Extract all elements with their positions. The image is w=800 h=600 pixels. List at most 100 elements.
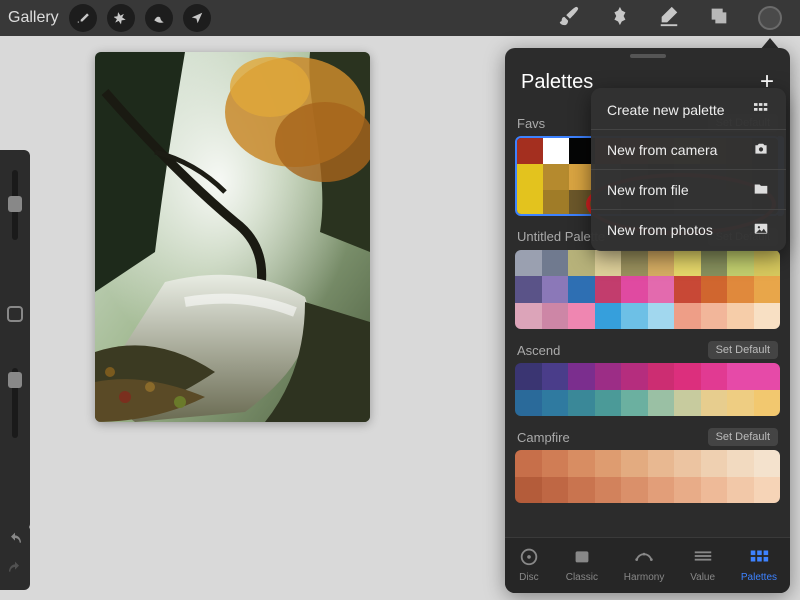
swatch[interactable]	[754, 450, 781, 477]
swatch[interactable]	[674, 390, 701, 417]
swatch[interactable]	[727, 390, 754, 417]
swatch[interactable]	[543, 164, 569, 190]
adjustments-icon[interactable]	[107, 4, 135, 32]
swatch[interactable]	[648, 363, 675, 390]
swatch[interactable]	[621, 390, 648, 417]
canvas-document[interactable]	[95, 52, 370, 422]
swatch[interactable]	[674, 250, 701, 277]
swatch[interactable]	[568, 276, 595, 303]
swatch[interactable]	[542, 390, 569, 417]
color-indicator[interactable]	[758, 6, 782, 30]
swatch[interactable]	[568, 303, 595, 330]
swatch[interactable]	[515, 390, 542, 417]
swatch[interactable]	[543, 190, 569, 215]
swatch[interactable]	[701, 390, 728, 417]
swatch[interactable]	[595, 390, 622, 417]
swatch[interactable]	[674, 450, 701, 477]
swatch[interactable]	[542, 450, 569, 477]
swatch[interactable]	[542, 276, 569, 303]
opacity-slider[interactable]	[12, 368, 18, 438]
swatch[interactable]	[621, 450, 648, 477]
swatch[interactable]	[701, 276, 728, 303]
transform-icon[interactable]	[183, 4, 211, 32]
swatch[interactable]	[648, 390, 675, 417]
undo-icon[interactable]	[7, 532, 23, 553]
swatch[interactable]	[621, 276, 648, 303]
swatch[interactable]	[754, 477, 781, 504]
redo-icon[interactable]	[7, 561, 23, 582]
menu-new-palette[interactable]: Create new palette	[591, 90, 786, 130]
swatch[interactable]	[727, 303, 754, 330]
swatch[interactable]	[754, 250, 781, 277]
swatch[interactable]	[701, 477, 728, 504]
tab-value[interactable]: Value	[690, 546, 715, 583]
swatch[interactable]	[595, 450, 622, 477]
set-default-button[interactable]: Set Default	[708, 428, 778, 446]
modify-button[interactable]	[7, 306, 23, 322]
tab-classic[interactable]: Classic	[566, 546, 598, 583]
swatch[interactable]	[648, 303, 675, 330]
swatch[interactable]	[648, 450, 675, 477]
swatch[interactable]	[674, 276, 701, 303]
swatch[interactable]	[517, 164, 543, 190]
menu-new-photos[interactable]: New from photos	[591, 210, 786, 249]
swatch[interactable]	[568, 363, 595, 390]
swatch[interactable]	[674, 477, 701, 504]
swatch[interactable]	[595, 303, 622, 330]
swatch[interactable]	[595, 250, 622, 277]
swatch[interactable]	[595, 363, 622, 390]
swatch[interactable]	[515, 276, 542, 303]
swatch[interactable]	[517, 190, 543, 215]
swatch[interactable]	[621, 250, 648, 277]
swatch[interactable]	[648, 276, 675, 303]
swatch[interactable]	[648, 477, 675, 504]
brush-size-slider[interactable]	[12, 170, 18, 240]
swatch[interactable]	[701, 303, 728, 330]
actions-icon[interactable]	[69, 4, 97, 32]
swatch[interactable]	[674, 303, 701, 330]
eraser-icon[interactable]	[658, 5, 680, 32]
swatch[interactable]	[515, 450, 542, 477]
swatch[interactable]	[568, 477, 595, 504]
swatch[interactable]	[727, 363, 754, 390]
swatch[interactable]	[701, 250, 728, 277]
layers-icon[interactable]	[708, 5, 730, 32]
tab-palettes[interactable]: Palettes	[741, 546, 777, 583]
palette-name[interactable]: Campfire	[517, 430, 570, 445]
swatch[interactable]	[542, 363, 569, 390]
swatch[interactable]	[727, 450, 754, 477]
swatch[interactable]	[515, 250, 542, 277]
swatch[interactable]	[754, 363, 781, 390]
tab-harmony[interactable]: Harmony	[624, 546, 665, 583]
swatch[interactable]	[568, 250, 595, 277]
swatch[interactable]	[754, 303, 781, 330]
menu-new-file[interactable]: New from file	[591, 170, 786, 210]
swatch[interactable]	[727, 276, 754, 303]
swatch[interactable]	[515, 363, 542, 390]
swatch[interactable]	[754, 390, 781, 417]
swatch[interactable]	[595, 276, 622, 303]
selection-icon[interactable]	[145, 4, 173, 32]
swatch[interactable]	[515, 303, 542, 330]
brush-icon[interactable]	[558, 5, 580, 32]
swatch[interactable]	[727, 477, 754, 504]
swatch[interactable]	[595, 477, 622, 504]
swatch[interactable]	[754, 276, 781, 303]
swatch[interactable]	[542, 250, 569, 277]
swatch[interactable]	[648, 250, 675, 277]
swatch[interactable]	[621, 477, 648, 504]
palette-name[interactable]: Favs	[517, 116, 545, 131]
gallery-link[interactable]: Gallery	[8, 9, 59, 27]
swatch[interactable]	[517, 138, 543, 164]
set-default-button[interactable]: Set Default	[708, 341, 778, 359]
swatch[interactable]	[568, 450, 595, 477]
swatch[interactable]	[701, 450, 728, 477]
swatch[interactable]	[543, 138, 569, 164]
swatch[interactable]	[674, 363, 701, 390]
swatch[interactable]	[621, 363, 648, 390]
swatch[interactable]	[701, 363, 728, 390]
palette-name[interactable]: Ascend	[517, 343, 560, 358]
tab-disc[interactable]: Disc	[518, 546, 540, 583]
swatch[interactable]	[515, 477, 542, 504]
smudge-icon[interactable]	[608, 5, 630, 32]
